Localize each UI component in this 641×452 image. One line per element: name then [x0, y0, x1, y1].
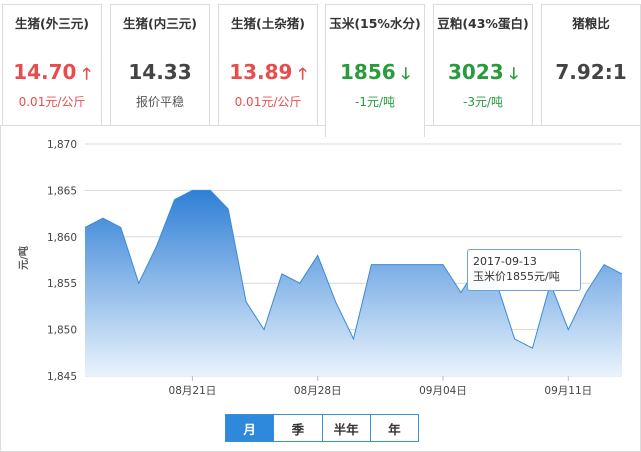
- tab-quarter[interactable]: 季: [274, 415, 323, 441]
- card-value: 13.89 🡑: [229, 60, 307, 84]
- card-pig-inner[interactable]: 生猪(内三元) 14.33 报价平稳: [110, 4, 210, 126]
- y-tick-label: 1,870: [47, 139, 77, 151]
- card-change: 0.01元/公斤: [18, 95, 86, 109]
- arrow-up-icon: 🡑: [298, 64, 307, 83]
- card-change: -3元/吨: [462, 95, 503, 109]
- x-tick-label: 08月21日: [169, 385, 217, 397]
- arrow-up-icon: 🡑: [82, 64, 91, 83]
- card-title: 豆粕(43%蛋白): [437, 16, 529, 31]
- x-tick-label: 08月28日: [294, 385, 342, 397]
- card-title: 猪粮比: [572, 16, 610, 31]
- card-value: 3023 🡓: [448, 60, 518, 84]
- range-tabs: 月 季 半年 年: [225, 414, 419, 442]
- x-tick-label: 09月04日: [419, 385, 467, 397]
- tooltip-date: 2017-09-13: [473, 255, 537, 268]
- card-pig-local[interactable]: 生猪(土杂猪) 13.89 🡑 0.01元/公斤: [218, 4, 318, 126]
- tab-month[interactable]: 月: [226, 415, 275, 441]
- x-tick-label: 09月11日: [544, 385, 592, 397]
- tooltip-text: 玉米价1855元/吨: [473, 270, 560, 283]
- price-cards: 生猪(外三元) 14.70 🡑 0.01元/公斤 生猪(内三元) 14.33 报价…: [0, 0, 641, 137]
- tab-year[interactable]: 年: [370, 415, 418, 441]
- card-change: 0.01元/公斤: [234, 95, 302, 109]
- card-value: 14.70 🡑: [13, 60, 91, 84]
- card-value: 14.33: [128, 60, 192, 84]
- card-title: 生猪(外三元): [15, 16, 89, 31]
- x-tick-labels: 08月21日 08月28日 09月04日 09月11日: [169, 376, 592, 397]
- y-tick-label: 1,865: [47, 185, 77, 197]
- card-change: 报价平稳: [135, 95, 184, 109]
- y-tick-labels: 1,845 1,850 1,855 1,860 1,865 1,870: [47, 139, 77, 383]
- card-title: 生猪(土杂猪): [231, 16, 305, 31]
- card-title: 玉米(15%水分): [329, 16, 421, 31]
- arrow-down-icon: 🡓: [401, 64, 410, 83]
- arrow-down-icon: 🡓: [509, 64, 518, 83]
- y-tick-label: 1,855: [47, 278, 77, 290]
- card-value: 1856 🡓: [340, 60, 410, 84]
- card-soymeal[interactable]: 豆粕(43%蛋白) 3023 🡓 -3元/吨: [433, 4, 533, 126]
- card-pig-grain-ratio[interactable]: 猪粮比 7.92:1: [541, 4, 641, 126]
- card-pig-outer[interactable]: 生猪(外三元) 14.70 🡑 0.01元/公斤: [2, 4, 102, 126]
- card-corn[interactable]: 玉米(15%水分) 1856 🡓 -1元/吨: [325, 4, 425, 137]
- card-title: 生猪(内三元): [123, 16, 197, 31]
- card-value: 7.92:1: [555, 60, 627, 84]
- y-tick-label: 1,845: [47, 371, 77, 383]
- y-tick-label: 1,850: [47, 325, 77, 337]
- y-axis-label: 元/吨: [17, 246, 30, 270]
- y-tick-label: 1,860: [47, 232, 77, 244]
- chart-tooltip: 2017-09-13 玉米价1855元/吨: [467, 249, 581, 291]
- card-change: -1元/吨: [354, 95, 395, 109]
- tab-half-year[interactable]: 半年: [322, 415, 371, 441]
